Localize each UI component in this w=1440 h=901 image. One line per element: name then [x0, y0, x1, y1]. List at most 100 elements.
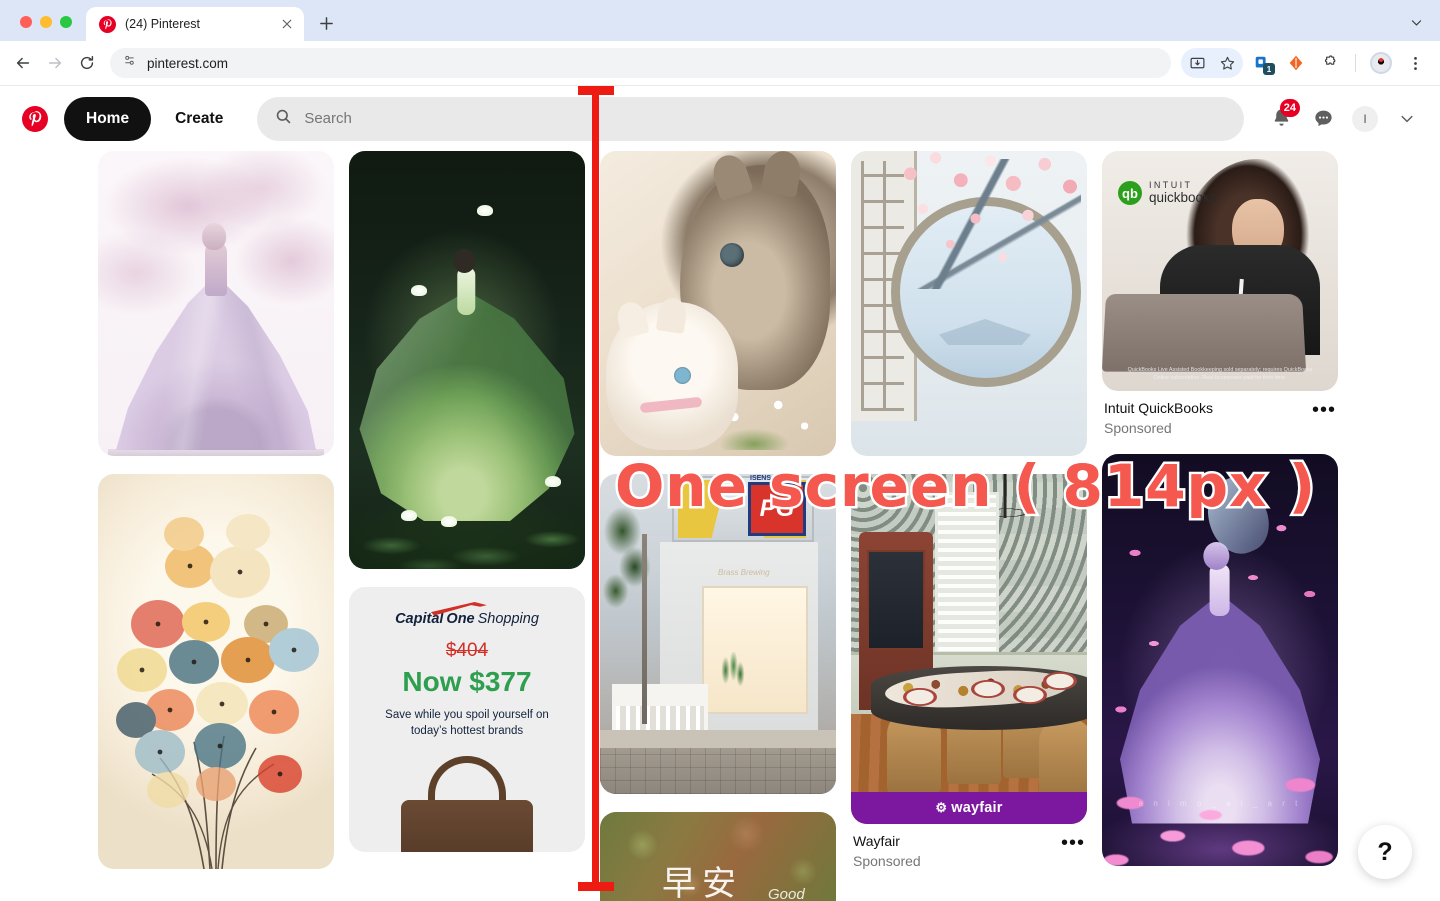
extension-badge-count: 1: [1263, 63, 1275, 75]
quickbooks-mark-icon: qb: [1118, 181, 1142, 205]
pin-card-shopfront[interactable]: ISENS PG Brass Brewing: [600, 474, 836, 794]
pin-card-lavender-dress[interactable]: [98, 151, 334, 456]
pin-card-capital-one-ad[interactable]: Capital One Shopping $404 Now $377 Save w…: [349, 587, 585, 852]
measure-line-top-cap: [578, 86, 614, 95]
site-settings-icon[interactable]: [122, 53, 137, 73]
nav-create-label: Create: [175, 109, 224, 127]
toolbar-icon-group: 1: [1181, 48, 1430, 78]
pin-meta-quickbooks: Intuit QuickBooks Sponsored •••: [1102, 391, 1338, 436]
old-price: $404: [445, 640, 489, 661]
toolbar-divider: [1355, 54, 1356, 72]
storefront-neon-decoration: Brass Brewing: [718, 568, 770, 577]
pin-card-quickbooks-ad[interactable]: qb INTUIT quickbooks QuickBooks Live Ass…: [1102, 151, 1338, 436]
good-morning-english-text: Good morning: [768, 886, 805, 901]
extension-blue-icon[interactable]: 1: [1247, 48, 1277, 78]
good-morning-chinese-text: 早安: [662, 864, 742, 901]
pin-options-icon[interactable]: •••: [1061, 833, 1085, 853]
browser-toolbar: pinterest.com 1: [0, 41, 1440, 86]
search-input[interactable]: Search: [257, 96, 1244, 141]
minimize-window-button[interactable]: [40, 16, 52, 28]
pinterest-header: Home Create Search 24 I: [0, 86, 1440, 151]
browser-window: (24) Pinterest pinterest.com 1 Home Crea…: [0, 0, 1440, 901]
pin-card-flower-bouquet[interactable]: [98, 474, 334, 869]
search-placeholder: Search: [304, 110, 352, 127]
handbag-decoration: [401, 800, 533, 852]
sponsored-label: Sponsored: [853, 852, 921, 869]
pin-meta-wayfair: Wayfair Sponsored •••: [851, 824, 1087, 869]
address-bar[interactable]: pinterest.com: [110, 48, 1171, 78]
pinterest-logo[interactable]: [22, 105, 48, 132]
back-button[interactable]: [8, 48, 38, 78]
wayfair-banner: ⚙ wayfair: [851, 792, 1087, 824]
measure-line: [592, 86, 599, 891]
new-price: Now $377: [402, 666, 532, 697]
nav-home-label: Home: [86, 109, 130, 127]
sponsored-label: Sponsored: [1104, 419, 1172, 436]
chrome-menu-icon[interactable]: [1400, 48, 1430, 78]
chevron-down-icon[interactable]: [1388, 100, 1426, 138]
window-controls: [0, 16, 86, 41]
capital-one-logo: Capital One Shopping: [395, 602, 539, 627]
browser-tab[interactable]: (24) Pinterest: [86, 7, 304, 41]
close-window-button[interactable]: [20, 16, 32, 28]
pin-masonry-grid: Capital One Shopping $404 Now $377 Save w…: [0, 151, 1440, 901]
pin-card-moon-window[interactable]: [851, 151, 1087, 456]
pin-card-green-lotus-dancer[interactable]: [349, 151, 585, 569]
annotation-text: One screen ( 814px ): [615, 452, 1317, 520]
pin-column-1: [98, 151, 334, 869]
nav-home-button[interactable]: Home: [64, 96, 152, 141]
forward-button[interactable]: [40, 48, 70, 78]
profile-avatar-icon[interactable]: [1366, 48, 1396, 78]
bookmark-star-icon[interactable]: [1212, 48, 1242, 78]
omnibox-action-pill: [1181, 48, 1243, 78]
ad-tagline: Save while you spoil yourself on today’s…: [385, 709, 549, 737]
nav-create-button[interactable]: Create: [161, 97, 237, 141]
pin-image-moon-window[interactable]: [851, 151, 1087, 456]
pin-image-dining-room[interactable]: ⚙ wayfair: [851, 474, 1087, 824]
artwork-watermark: a n i m o _ a i _ a r t: [1138, 798, 1302, 808]
browser-tab-strip: (24) Pinterest: [0, 0, 1440, 41]
new-tab-button[interactable]: [312, 9, 340, 37]
pin-options-icon[interactable]: •••: [1312, 400, 1336, 420]
capital-one-brand-shopping: Shopping: [477, 611, 539, 627]
tab-title: (24) Pinterest: [125, 17, 201, 31]
pin-image-shopfront[interactable]: ISENS PG Brass Brewing: [600, 474, 836, 794]
pin-column-2: Capital One Shopping $404 Now $377 Save w…: [349, 151, 585, 852]
extensions-puzzle-icon[interactable]: [1315, 48, 1345, 78]
pinterest-icon: [99, 15, 116, 33]
avatar[interactable]: I: [1346, 100, 1384, 138]
capital-one-brand-one: One: [446, 611, 475, 627]
close-icon[interactable]: [278, 15, 296, 33]
wayfair-mark-icon: ⚙: [935, 800, 948, 815]
quickbooks-logo: qb INTUIT quickbooks: [1118, 180, 1217, 205]
extension-orange-icon[interactable]: [1281, 48, 1311, 78]
pin-card-cats[interactable]: [600, 151, 836, 456]
reload-button[interactable]: [72, 48, 102, 78]
message-bubble-icon[interactable]: [1304, 100, 1342, 138]
wayfair-banner-text: wayfair: [951, 800, 1003, 816]
pin-card-wayfair-ad[interactable]: ⚙ wayfair Wayfair Sponsored •••: [851, 474, 1087, 869]
pin-image-flower-bouquet[interactable]: [98, 474, 334, 869]
advertiser-name: Intuit QuickBooks: [1104, 400, 1213, 416]
quickbooks-fineprint: QuickBooks Live Assisted Bookkeeping sol…: [1127, 366, 1313, 382]
pin-image-green-lotus-dancer[interactable]: [349, 151, 585, 569]
maximize-window-button[interactable]: [60, 16, 72, 28]
tab-list-chevron-icon[interactable]: [1402, 8, 1430, 36]
avatar-initial: I: [1352, 105, 1378, 132]
pin-image-quickbooks[interactable]: qb INTUIT quickbooks QuickBooks Live Ass…: [1102, 151, 1338, 391]
measure-line-bottom-cap: [578, 882, 614, 891]
pin-image-capital-one-ad[interactable]: Capital One Shopping $404 Now $377 Save w…: [349, 587, 585, 852]
pin-column-3: ISENS PG Brass Brewing 早安 Good: [600, 151, 836, 901]
pin-image-lavender-dress[interactable]: [98, 151, 334, 456]
pin-card-good-morning[interactable]: 早安 Good morning: [600, 812, 836, 901]
advertiser-name: Wayfair: [853, 833, 900, 849]
bell-icon[interactable]: 24: [1262, 98, 1300, 138]
search-icon: [275, 108, 292, 130]
install-app-icon[interactable]: [1182, 48, 1212, 78]
header-icon-group: 24 I: [1254, 98, 1426, 138]
help-button[interactable]: ?: [1358, 825, 1412, 879]
notification-count-badge: 24: [1279, 98, 1300, 117]
pin-image-good-morning[interactable]: 早安 Good morning: [600, 812, 836, 901]
pin-image-cats[interactable]: [600, 151, 836, 456]
url-text: pinterest.com: [147, 55, 229, 71]
